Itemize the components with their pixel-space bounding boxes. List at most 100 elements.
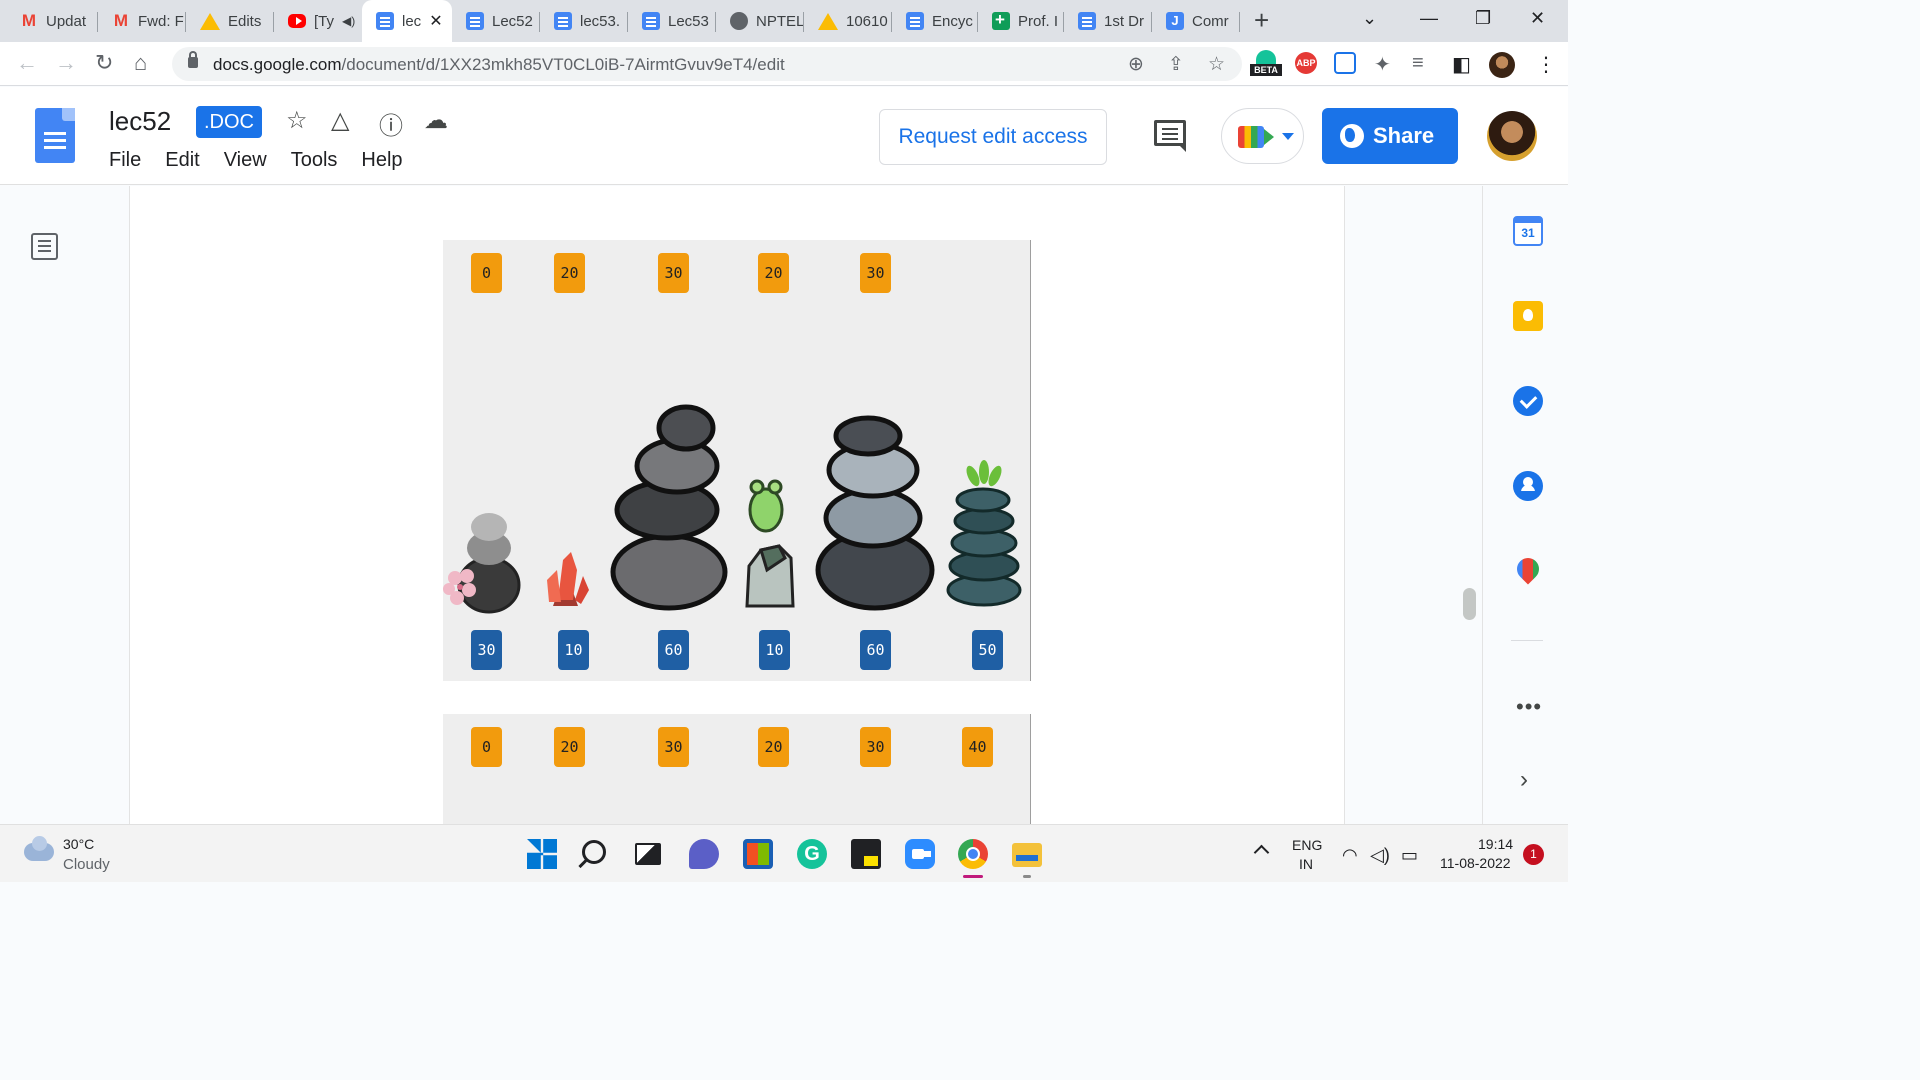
- browser-tab[interactable]: J Comr: [1152, 6, 1240, 36]
- notification-badge[interactable]: 1: [1523, 844, 1544, 865]
- menu-help[interactable]: Help: [361, 149, 402, 172]
- wifi-icon[interactable]: ◠: [1342, 845, 1358, 866]
- share-button[interactable]: Share: [1322, 108, 1458, 164]
- top-tag: 30: [860, 727, 891, 767]
- top-tag: 30: [658, 253, 689, 293]
- cloud-status-icon[interactable]: ☁: [424, 106, 448, 135]
- bookmark-star-icon[interactable]: ☆: [1208, 53, 1225, 76]
- windows-start-icon[interactable]: [527, 839, 557, 869]
- browser-tab[interactable]: Encyc: [892, 6, 978, 36]
- forward-icon[interactable]: →: [55, 51, 77, 75]
- reload-icon[interactable]: ↻: [95, 51, 113, 75]
- close-tab-icon[interactable]: ✕: [429, 11, 442, 31]
- tab-title: Prof. I: [1018, 12, 1059, 30]
- side-panel: 31 ••• ›: [1482, 186, 1568, 824]
- docs-icon: [376, 12, 394, 30]
- menu-view[interactable]: View: [224, 149, 267, 172]
- menu-file[interactable]: File: [109, 149, 141, 172]
- close-window-icon[interactable]: ✕: [1530, 8, 1545, 29]
- docs-logo-icon[interactable]: [35, 108, 75, 163]
- chevron-right-icon[interactable]: ›: [1520, 766, 1528, 794]
- lock-icon[interactable]: [188, 51, 198, 68]
- screen-capture-extension-icon[interactable]: [1334, 52, 1356, 74]
- cloud-icon[interactable]: [24, 836, 54, 861]
- new-tab-button[interactable]: +: [1254, 6, 1269, 34]
- side-panel-icon[interactable]: ◧: [1452, 52, 1471, 77]
- microsoft-store-icon[interactable]: [743, 839, 773, 869]
- weather-temperature[interactable]: 30°C: [63, 836, 94, 852]
- star-icon[interactable]: ☆: [286, 106, 308, 135]
- extensions-puzzle-icon[interactable]: ✦: [1374, 52, 1391, 77]
- clock-date[interactable]: 11-08-2022: [1440, 855, 1511, 871]
- browser-tab[interactable]: M Updat: [6, 6, 98, 36]
- browser-tab[interactable]: NPTEL: [716, 6, 804, 36]
- grammarly-icon[interactable]: G: [797, 839, 827, 869]
- share-page-icon[interactable]: ⇪: [1168, 53, 1184, 76]
- speaker-icon[interactable]: ◀): [342, 14, 355, 28]
- menu-tools[interactable]: Tools: [291, 149, 338, 172]
- document-title[interactable]: lec52: [109, 106, 171, 137]
- browser-tab[interactable]: [Ty ◀): [274, 6, 362, 36]
- running-app-indicator: [1023, 875, 1031, 878]
- menu-edit[interactable]: Edit: [165, 149, 199, 172]
- keep-icon[interactable]: [1513, 301, 1543, 331]
- chevron-down-icon: [1282, 133, 1294, 140]
- teams-chat-icon[interactable]: [689, 839, 719, 869]
- profile-avatar[interactable]: [1489, 52, 1515, 78]
- meet-button[interactable]: [1221, 108, 1304, 164]
- gmail-icon: M: [21, 11, 37, 30]
- media-control-icon[interactable]: ≡: [1412, 52, 1424, 75]
- document-outline-icon[interactable]: [31, 233, 58, 260]
- tab-search-icon[interactable]: ⌄: [1362, 8, 1377, 29]
- account-avatar[interactable]: [1487, 111, 1537, 161]
- comments-icon[interactable]: [1154, 120, 1186, 152]
- chevron-up-icon[interactable]: [1253, 844, 1270, 861]
- zoom-icon[interactable]: [905, 839, 935, 869]
- more-apps-icon[interactable]: •••: [1516, 694, 1542, 720]
- address-bar[interactable]: docs.google.com/document/d/1XX23mkh85VT0…: [172, 47, 1242, 81]
- search-icon[interactable]: [582, 840, 606, 864]
- browser-tab[interactable]: lec53.: [540, 6, 628, 36]
- language-indicator[interactable]: ENG: [1292, 837, 1322, 853]
- contacts-icon[interactable]: [1513, 471, 1543, 501]
- browser-tab[interactable]: Lec52: [452, 6, 540, 36]
- browser-menu-icon[interactable]: ⋮: [1536, 52, 1556, 77]
- minimize-icon[interactable]: —: [1420, 8, 1438, 29]
- vertical-scrollbar-thumb[interactable]: [1463, 588, 1476, 620]
- task-view-icon[interactable]: [635, 843, 661, 865]
- clock-time[interactable]: 19:14: [1478, 836, 1513, 852]
- menu-bar: File Edit View Tools Help: [109, 149, 427, 172]
- maps-icon[interactable]: [1517, 558, 1539, 586]
- jamboard-icon: J: [1166, 12, 1184, 30]
- browser-tab[interactable]: 1st Dr: [1064, 6, 1152, 36]
- region-indicator[interactable]: IN: [1299, 856, 1313, 872]
- chrome-icon[interactable]: [958, 839, 988, 869]
- grammarly-extension-icon[interactable]: BETA: [1250, 50, 1282, 78]
- browser-tab[interactable]: Prof. I: [978, 6, 1064, 36]
- back-icon[interactable]: ←: [16, 51, 38, 75]
- browser-tab-active[interactable]: lec ✕: [362, 0, 452, 42]
- home-icon[interactable]: ⌂: [134, 51, 147, 75]
- file-explorer-icon[interactable]: [1012, 843, 1042, 867]
- add-to-drive-icon[interactable]: △: [331, 106, 349, 135]
- sticky-notes-icon[interactable]: [851, 839, 881, 869]
- tab-title: NPTEL: [756, 12, 804, 30]
- browser-tab[interactable]: Edits: [186, 6, 274, 36]
- browser-tab[interactable]: Lec53: [628, 6, 716, 36]
- request-edit-access-button[interactable]: Request edit access: [879, 109, 1107, 165]
- browser-tab[interactable]: M Fwd: F: [98, 6, 186, 36]
- tab-title: Fwd: F: [138, 12, 184, 30]
- gmail-icon: M: [113, 11, 129, 30]
- volume-icon[interactable]: ◁): [1370, 845, 1390, 866]
- tab-title: Lec52: [492, 12, 533, 30]
- weather-description[interactable]: Cloudy: [63, 856, 110, 873]
- browser-tab[interactable]: 10610: [804, 6, 892, 36]
- battery-icon[interactable]: ▭: [1401, 845, 1418, 866]
- restore-icon[interactable]: ❐: [1475, 8, 1491, 29]
- file-type-badge: .DOC: [196, 106, 262, 138]
- tasks-icon[interactable]: [1513, 386, 1543, 416]
- info-icon[interactable]: ⓘ: [379, 106, 403, 141]
- zoom-icon[interactable]: ⊕: [1128, 53, 1144, 76]
- adblock-extension-icon[interactable]: ABP: [1295, 52, 1317, 74]
- calendar-icon[interactable]: 31: [1513, 216, 1543, 246]
